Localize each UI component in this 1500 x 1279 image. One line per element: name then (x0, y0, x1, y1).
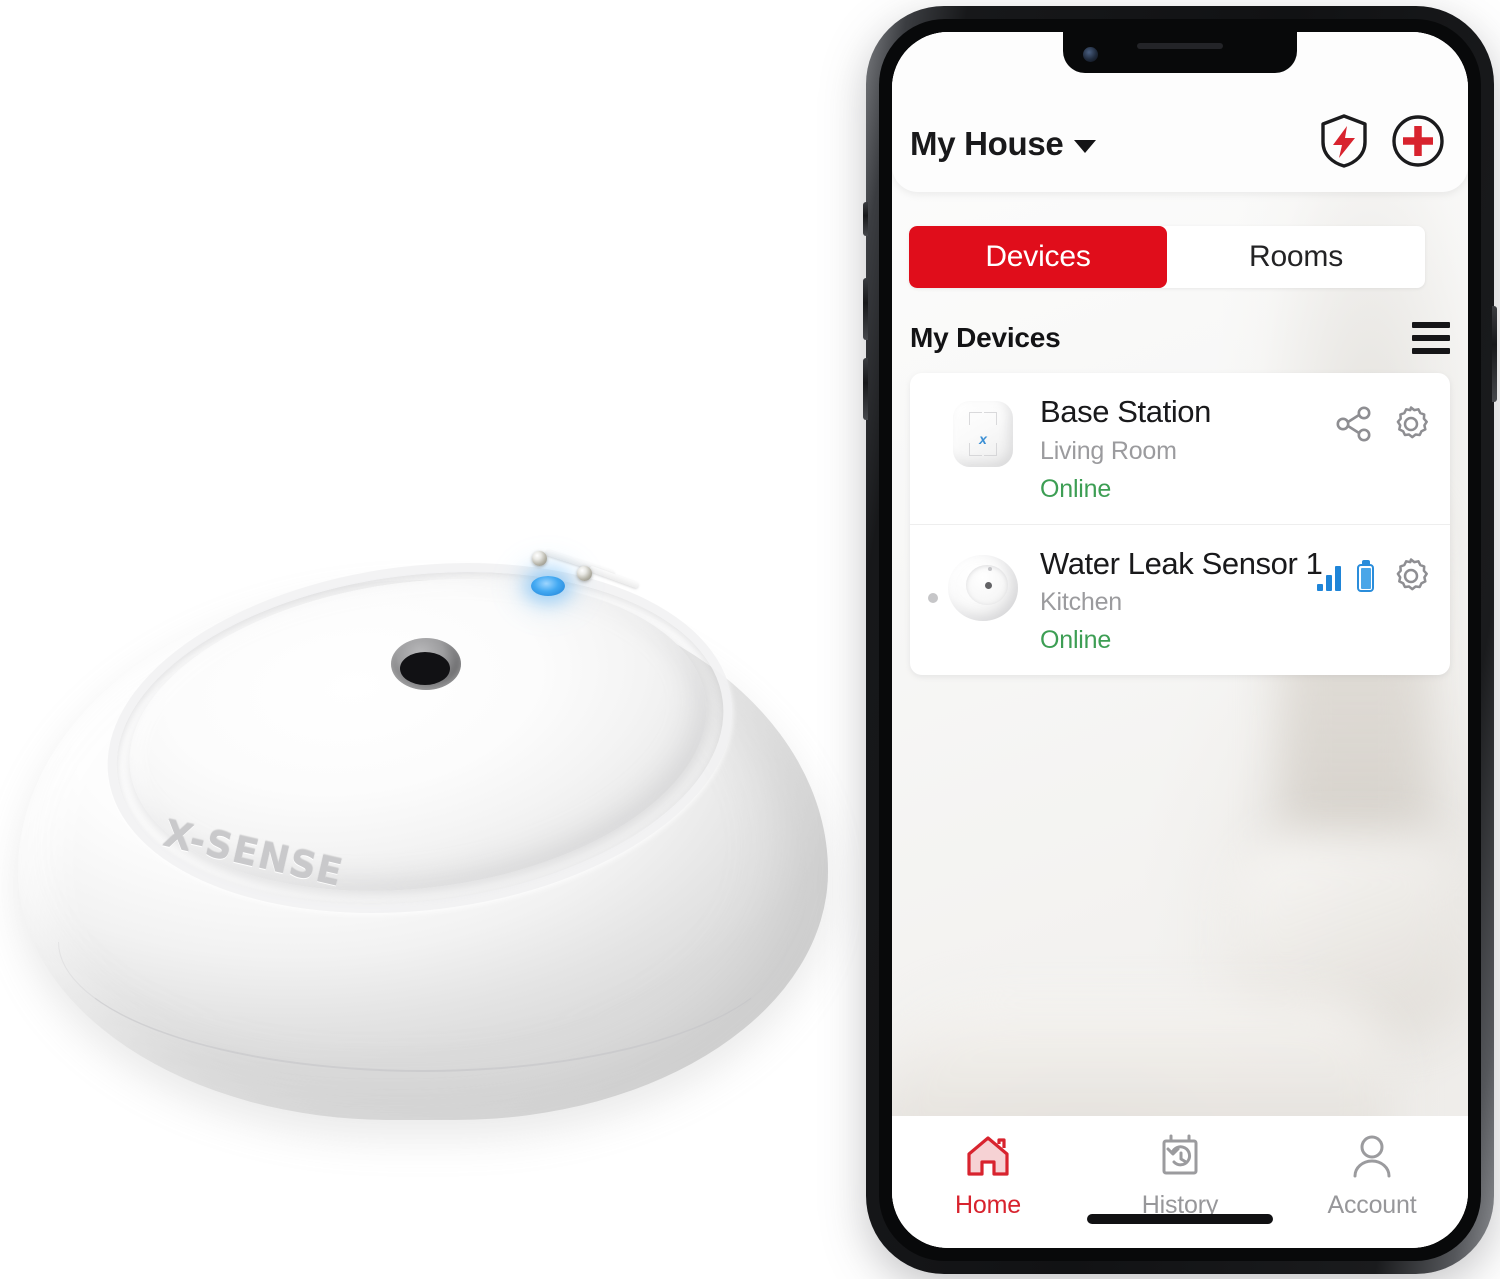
chevron-down-icon[interactable] (1074, 140, 1097, 153)
sensor-probe-pin-2 (577, 566, 592, 581)
plus-circle-icon[interactable] (1390, 113, 1446, 174)
table-row[interactable]: Water Leak Sensor 1 Kitchen Online (910, 523, 1450, 676)
tab-history[interactable]: History (1084, 1116, 1276, 1248)
signal-bar-1 (1317, 584, 1323, 592)
section-title: My Devices (910, 322, 1061, 353)
tab-account-label: Account (1327, 1191, 1417, 1219)
signal-bar-2 (1326, 575, 1332, 592)
base-station-corner-2 (984, 412, 997, 425)
house-selector-label[interactable]: My House (910, 125, 1064, 163)
water-leak-sensor-icon (944, 549, 1022, 627)
history-clock-icon (1155, 1133, 1205, 1184)
base-station-corner-1 (969, 412, 982, 425)
battery-fill (1360, 567, 1371, 589)
earpiece-speaker (1137, 43, 1223, 49)
phone-volume-down-button[interactable] (863, 358, 868, 420)
tab-rooms[interactable]: Rooms (1167, 226, 1425, 288)
device-list-card: x Base Station Living Room Online Water … (910, 373, 1450, 676)
hamburger-bar-2 (1412, 335, 1450, 341)
tab-devices[interactable]: Devices (909, 226, 1167, 288)
device-actions (1334, 395, 1432, 450)
phone-volume-up-button[interactable] (863, 278, 868, 340)
status-badge: Online (1040, 626, 1112, 655)
screenshot-root: X-SENSE My House Devices Rooms My Device… (0, 0, 1500, 1279)
sensor-probe-pin-1 (532, 551, 547, 566)
section-header: My Devices (910, 322, 1450, 354)
sensor-thumb-hole (985, 581, 992, 589)
hamburger-bar-1 (1412, 322, 1450, 328)
phone-screen: My House Devices Rooms My Devices x Base… (892, 32, 1468, 1248)
battery-full-icon (1357, 564, 1374, 593)
device-name: Base Station (1040, 394, 1211, 429)
front-camera-icon (1083, 47, 1098, 62)
phone-power-button[interactable] (1492, 306, 1497, 402)
person-icon (1347, 1133, 1397, 1184)
device-name: Water Leak Sensor 1 (1040, 545, 1323, 581)
gear-icon[interactable] (1390, 555, 1432, 602)
share-icon[interactable] (1334, 404, 1374, 449)
shield-bolt-icon[interactable] (1318, 113, 1370, 174)
child-device-dot-icon (928, 592, 938, 603)
base-station-brand-x: x (979, 431, 987, 447)
header-row: My House (892, 113, 1468, 174)
device-actions (1317, 547, 1432, 602)
gear-icon[interactable] (1390, 403, 1432, 450)
table-row[interactable]: x Base Station Living Room Online (910, 373, 1450, 524)
device-info: Base Station Living Room Online (1022, 394, 1334, 504)
tab-account[interactable]: Account (1276, 1116, 1468, 1248)
home-indicator[interactable] (1087, 1214, 1273, 1224)
base-station-icon: x (944, 397, 1022, 475)
device-room: Kitchen (1040, 588, 1122, 617)
base-station-body: x (953, 401, 1013, 467)
phone-mute-switch[interactable] (863, 202, 868, 236)
product-photo-water-leak-sensor: X-SENSE (10, 510, 850, 1120)
sensor-led-indicator (531, 576, 565, 596)
device-info: Water Leak Sensor 1 Kitchen Online (1022, 545, 1323, 656)
tab-segmented-control[interactable]: Devices Rooms (909, 226, 1425, 288)
sensor-vent-hole-inner (400, 652, 450, 685)
tab-home-label: Home (955, 1191, 1021, 1219)
phone-notch (1063, 32, 1297, 73)
tab-home[interactable]: Home (892, 1116, 1084, 1248)
hamburger-bar-3 (1412, 348, 1450, 354)
signal-strength-icon (1317, 565, 1341, 592)
status-badge: Online (1040, 474, 1112, 503)
sensor-thumb-led (988, 566, 992, 571)
phone-mockup: My House Devices Rooms My Devices x Base… (863, 6, 1497, 1274)
home-icon (963, 1133, 1013, 1184)
hamburger-menu-icon[interactable] (1412, 322, 1450, 354)
device-room: Living Room (1040, 436, 1177, 465)
bottom-tab-bar: Home History Account (892, 1116, 1468, 1248)
signal-bar-3 (1335, 566, 1341, 592)
